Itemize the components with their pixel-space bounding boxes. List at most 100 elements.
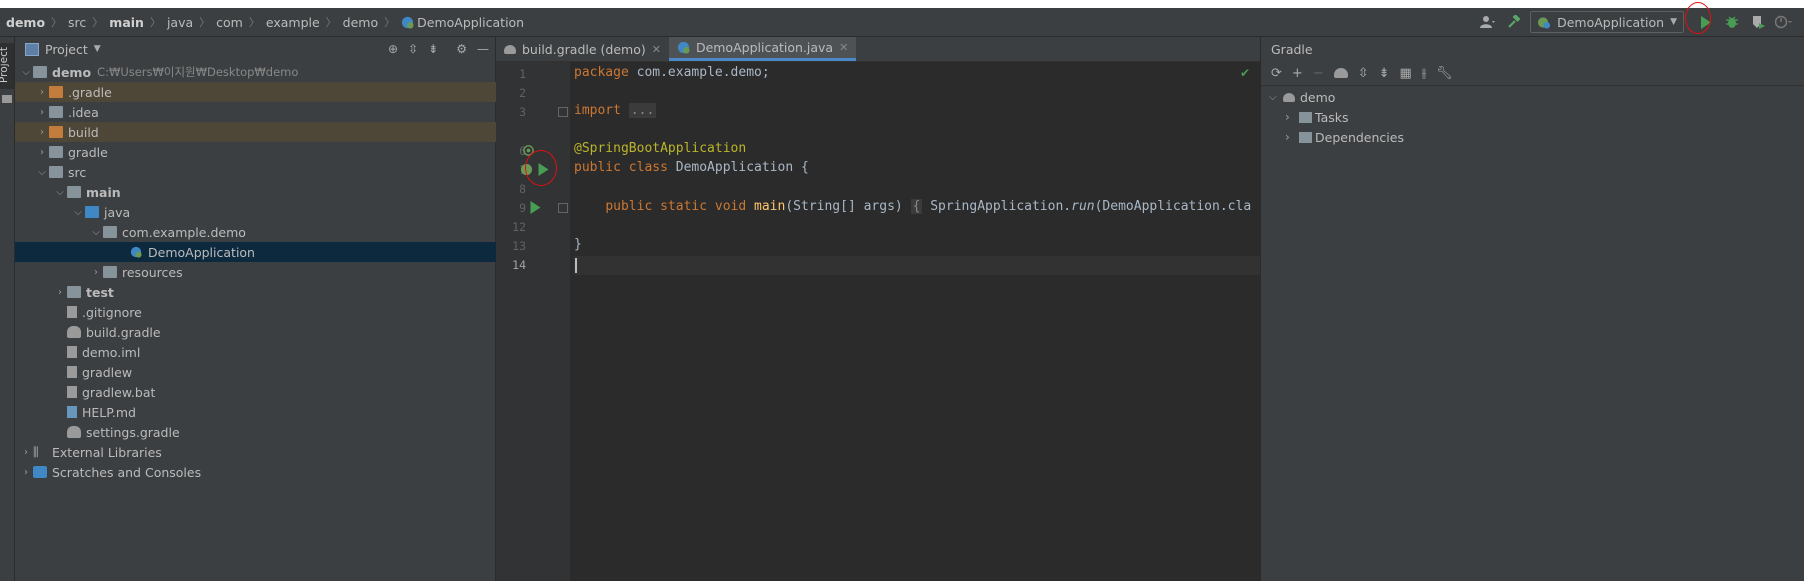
editor-tabs: build.gradle (demo) ✕ DemoApplication.ja… [496,37,1260,62]
tree-item-gradle-dir[interactable]: › .gradle [15,82,515,102]
tool-window-stripe: Project [0,37,15,581]
breadcrumb-item[interactable]: demo 〉 [343,14,401,30]
chevron-right-icon: › [1285,130,1290,144]
plus-icon[interactable]: + [1292,66,1303,81]
fold-icon[interactable] [558,107,568,117]
tree-item-label: com.example.demo [122,224,246,240]
group-modules-icon[interactable]: ▦ [1400,66,1412,81]
spring-class-icon [402,16,414,29]
coverage-icon[interactable] [1748,12,1768,32]
tree-item-label: .idea [68,104,99,120]
gear-icon[interactable]: ⚙ [456,42,467,56]
expand-all-icon[interactable]: ⇳ [408,42,418,56]
tree-item-help-md[interactable]: HELP.md [15,402,547,422]
tree-item-label: gradlew.bat [82,384,156,400]
tree-item-external-libraries[interactable]: › ⫼ External Libraries [15,442,499,462]
tree-item-label: Scratches and Consoles [52,464,202,480]
code-line: package com.example.demo; [574,65,770,80]
gradle-tree-item-dependencies[interactable]: › Dependencies [1285,127,1404,147]
gradle-panel-header: Gradle [1271,41,1313,57]
tree-item-gradle[interactable]: › gradle [15,142,515,162]
file-icon [67,306,77,318]
tree-item-label: src [68,164,87,180]
tree-item-resources[interactable]: › resources [15,262,569,282]
breadcrumb-item[interactable]: com 〉 [216,14,266,30]
tree-item-demo[interactable]: ⌵ demo C:₩Users₩이지원₩Desktop₩demo [15,62,499,82]
tree-item-build-gradle[interactable]: build.gradle [15,322,547,342]
close-icon[interactable]: ✕ [652,43,661,56]
tab-build-gradle[interactable]: build.gradle (demo) ✕ [496,37,669,61]
tree-item-main[interactable]: ⌵ main [15,182,533,202]
checkmark-icon: ✔ [1239,66,1250,80]
gradle-tree-item-tasks[interactable]: › Tasks [1285,107,1349,127]
project-view-icon [25,42,39,56]
tree-item-build[interactable]: › build [15,122,515,142]
tree-item-label: resources [122,264,183,280]
run-configuration-selector[interactable]: DemoApplication ▼ [1530,11,1684,33]
breadcrumb-item[interactable]: main 〉 [109,14,167,30]
tree-item-demo-iml[interactable]: demo.iml [15,342,547,362]
minimize-icon[interactable]: — [477,42,489,56]
expand-all-icon[interactable]: ⇳ [1358,66,1369,81]
project-tool-tab[interactable]: Project [0,43,14,89]
hammer-icon[interactable] [1504,12,1524,32]
editor-gutter: 1 2 3 6 7 8 9 12 13 14 [496,62,570,581]
tab-label: DemoApplication.java [695,40,834,55]
breadcrumb-item[interactable]: demo 〉 [6,14,68,30]
user-icon[interactable] [1478,12,1498,32]
close-icon[interactable]: ✕ [839,41,848,54]
locate-icon[interactable]: ⊕ [388,42,398,56]
line-number: 13 [512,239,526,253]
tree-item-package[interactable]: ⌵ com.example.demo [15,222,569,242]
code-line: import ... [574,103,657,118]
tree-item-src[interactable]: ⌵ src [15,162,515,182]
markdown-file-icon [67,406,77,418]
tab-label: build.gradle (demo) [522,41,646,57]
tree-item-label: demo [1300,89,1336,105]
tree-item-settings-gradle[interactable]: settings.gradle [15,422,547,442]
code-line: public class DemoApplication { [574,160,809,175]
tree-item-gradlew-bat[interactable]: gradlew.bat [15,382,547,402]
scratches-icon [33,466,47,478]
code-line: } [574,237,582,252]
chevron-right-icon: › [40,146,44,158]
tree-item-gradlew[interactable]: gradlew [15,362,547,382]
chevron-down-icon: ⌵ [92,226,100,238]
gradle-icon [67,326,81,338]
minus-icon[interactable]: − [1313,66,1324,81]
tree-item-gitignore[interactable]: .gitignore [15,302,547,322]
tree-item-java[interactable]: ⌵ java [15,202,551,222]
fold-icon[interactable] [558,203,568,213]
collapse-all-icon[interactable]: ⇟ [1379,66,1390,81]
tree-item-idea[interactable]: › .idea [15,102,515,122]
tree-item-label: demo [52,64,92,80]
breadcrumb-item[interactable]: java 〉 [167,14,216,30]
folder-icon [49,106,63,118]
wrench-icon[interactable]: 🔧︎ [1436,66,1453,81]
bat-file-icon [67,386,77,398]
line-number: 3 [519,105,526,119]
chevron-right-icon: › [24,446,28,458]
gradle-icon [67,426,81,438]
breadcrumb-item[interactable]: DemoApplication [401,15,524,30]
tree-item-test[interactable]: › test [15,282,533,302]
gradle-icon [1283,92,1295,102]
refresh-icon[interactable]: ⟳ [1271,66,1282,81]
code-editor[interactable]: package com.example.demo; import ... @Sp… [574,62,1260,581]
structure-tab-icon[interactable] [2,95,12,103]
tree-item-scratches[interactable]: › Scratches and Consoles [15,462,499,482]
folded-body[interactable]: { [910,199,923,214]
offline-mode-icon[interactable]: ⫲ [1422,66,1426,81]
run-gutter-icon[interactable] [529,201,542,214]
gradle-tree-item-demo[interactable]: ⌵ demo [1269,87,1335,107]
breadcrumb-item[interactable]: example 〉 [266,14,343,30]
gradle-icon[interactable] [1333,68,1348,78]
collapse-all-icon[interactable]: ⇟ [428,42,438,56]
folded-imports[interactable]: ... [628,103,657,118]
profile-icon[interactable] [1774,12,1794,32]
tab-demoapplication-java[interactable]: DemoApplication.java ✕ [668,37,857,61]
debug-icon[interactable] [1722,12,1742,32]
tree-item-label: DemoApplication [148,244,255,260]
breadcrumb-item[interactable]: src 〉 [68,14,109,30]
module-folder-icon [33,66,47,78]
